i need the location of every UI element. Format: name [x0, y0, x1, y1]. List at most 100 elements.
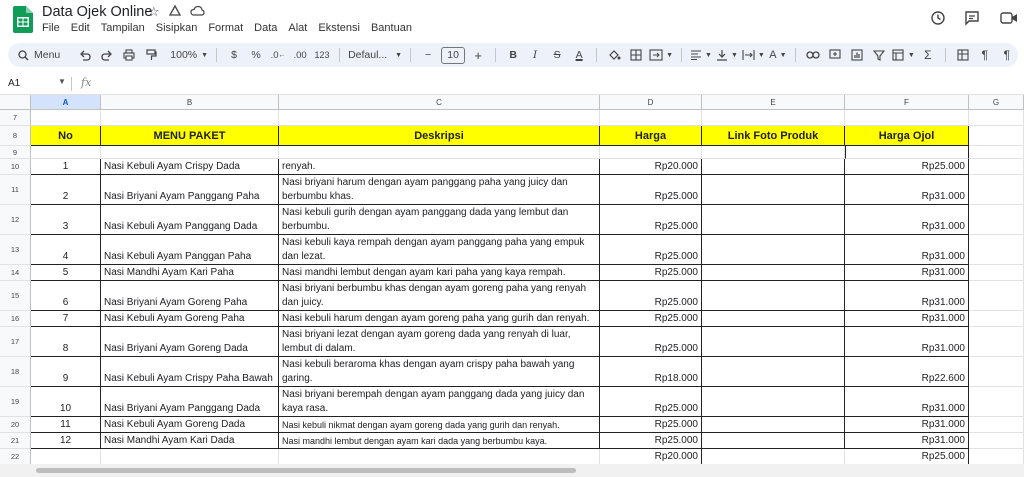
cell-no[interactable]: 8: [31, 327, 101, 357]
currency-button[interactable]: $: [225, 45, 243, 65]
header-no[interactable]: No: [31, 126, 101, 146]
cell-harga-ojol[interactable]: Rp31.000: [845, 417, 969, 433]
cell-harga-ojol[interactable]: Rp31.000: [845, 205, 969, 235]
select-all-corner[interactable]: [0, 95, 31, 110]
menu-edit[interactable]: Edit: [71, 22, 90, 34]
cell-link-foto[interactable]: [702, 281, 845, 311]
row-header[interactable]: 22: [0, 449, 31, 465]
ltr-text-icon[interactable]: ¶: [976, 45, 994, 65]
cell-harga[interactable]: Rp20.000: [600, 449, 702, 465]
menu-file[interactable]: File: [42, 22, 60, 34]
menu-search[interactable]: Menu: [10, 45, 72, 65]
menu-data[interactable]: Data: [254, 22, 277, 34]
cell[interactable]: [279, 110, 600, 126]
vertical-align-icon[interactable]: ▼: [716, 45, 738, 65]
row-header[interactable]: 16: [0, 311, 31, 327]
cell-no[interactable]: 6: [31, 281, 101, 311]
cell-link-foto[interactable]: [702, 433, 845, 449]
cell-harga[interactable]: Rp20.000: [600, 159, 702, 175]
cell-deskripsi[interactable]: Nasi kebuli nikmat dengan ayam goreng da…: [279, 417, 600, 433]
menu-tools[interactable]: Alat: [288, 22, 307, 34]
cell[interactable]: [969, 159, 1024, 175]
cell-harga-ojol[interactable]: Rp31.000: [845, 265, 969, 281]
row-header[interactable]: 17: [0, 327, 31, 357]
insert-comment-icon[interactable]: [826, 45, 844, 65]
cell-harga[interactable]: Rp18.000: [600, 357, 702, 387]
menu-view[interactable]: Tampilan: [101, 22, 145, 34]
cell-link-foto[interactable]: [702, 327, 845, 357]
cell[interactable]: [969, 235, 1024, 265]
cell-harga-ojol[interactable]: Rp31.000: [845, 175, 969, 205]
cell[interactable]: [969, 146, 1024, 159]
italic-button[interactable]: I: [526, 45, 544, 65]
cell-harga[interactable]: Rp25.000: [600, 281, 702, 311]
insert-chart-icon[interactable]: [848, 45, 866, 65]
rtl-text-icon[interactable]: ¶: [998, 45, 1016, 65]
cell-harga-ojol[interactable]: Rp25.000: [845, 449, 969, 465]
cell[interactable]: [969, 433, 1024, 449]
merge-cells-icon[interactable]: ▼: [649, 45, 673, 65]
comments-icon[interactable]: [960, 6, 984, 30]
cell[interactable]: [969, 417, 1024, 433]
cell-link-foto[interactable]: [702, 235, 845, 265]
row-header[interactable]: 7: [0, 110, 31, 126]
increase-decimal-button[interactable]: .00: [291, 45, 309, 65]
cell[interactable]: [969, 265, 1024, 281]
fill-color-icon[interactable]: [605, 45, 623, 65]
cell-harga[interactable]: Rp25.000: [600, 265, 702, 281]
cell-deskripsi[interactable]: Nasi mandhi lembut dengan ayam kari dada…: [279, 433, 600, 449]
cell[interactable]: [969, 110, 1024, 126]
cell-deskripsi[interactable]: Nasi kebuli kaya rempah dengan ayam pang…: [279, 235, 600, 265]
cell-menu-paket[interactable]: Nasi Kebuli Ayam Crispy Paha Bawah: [101, 357, 279, 387]
decrease-font-size-button[interactable]: −: [419, 45, 437, 65]
insert-link-icon[interactable]: [804, 45, 822, 65]
cell-link-foto[interactable]: [702, 205, 845, 235]
font-size-input[interactable]: 10: [441, 46, 466, 64]
cell[interactable]: [969, 327, 1024, 357]
cell-deskripsi[interactable]: Nasi kebuli berempah dengan ayam crispy …: [279, 159, 600, 175]
cell[interactable]: [279, 146, 600, 159]
cell[interactable]: [101, 110, 279, 126]
row-header[interactable]: 13: [0, 235, 31, 265]
print-icon[interactable]: [120, 45, 138, 65]
cell-harga-ojol[interactable]: Rp22.600: [845, 357, 969, 387]
text-color-button[interactable]: A: [570, 45, 588, 65]
star-icon[interactable]: ☆: [148, 4, 160, 20]
cell-link-foto[interactable]: [702, 159, 845, 175]
cell-harga[interactable]: Rp25.000: [600, 387, 702, 417]
cell-no[interactable]: 11: [31, 417, 101, 433]
cell[interactable]: [969, 387, 1024, 417]
horizontal-scrollbar[interactable]: [36, 468, 576, 473]
cell-menu-paket[interactable]: Nasi Kebuli Ayam Panggang Dada: [101, 205, 279, 235]
number-format-button[interactable]: 123: [313, 45, 331, 65]
cell-no[interactable]: 2: [31, 175, 101, 205]
cell-menu-paket[interactable]: Nasi Briyani Ayam Goreng Dada: [101, 327, 279, 357]
cell-deskripsi[interactable]: Nasi mandhi lembut dengan ayam kari paha…: [279, 265, 600, 281]
move-to-drive-icon[interactable]: [168, 4, 182, 18]
bold-button[interactable]: B: [504, 45, 522, 65]
filter-views-icon[interactable]: ▼: [892, 45, 915, 65]
cell-menu-paket[interactable]: Nasi Kebuli Ayam Panggan Paha: [101, 235, 279, 265]
cell-harga[interactable]: Rp25.000: [600, 327, 702, 357]
cell-link-foto[interactable]: [702, 265, 845, 281]
menu-insert[interactable]: Sisipkan: [156, 22, 198, 34]
cell-harga-ojol[interactable]: Rp31.000: [845, 311, 969, 327]
row-header[interactable]: 14: [0, 265, 31, 281]
cell-link-foto[interactable]: [702, 357, 845, 387]
row-header[interactable]: 18: [0, 357, 31, 387]
cloud-status-icon[interactable]: [190, 4, 205, 18]
header-harga-ojol[interactable]: Harga Ojol: [845, 126, 969, 146]
cell[interactable]: [702, 110, 845, 126]
cell-no[interactable]: 3: [31, 205, 101, 235]
col-header-c[interactable]: C: [279, 95, 600, 110]
cell-link-foto[interactable]: [702, 417, 845, 433]
col-header-e[interactable]: E: [702, 95, 845, 110]
cell-harga[interactable]: Rp25.000: [600, 433, 702, 449]
cell-harga[interactable]: Rp25.000: [600, 175, 702, 205]
cell-menu-paket[interactable]: Nasi Briyani Ayam Panggang Dada: [101, 387, 279, 417]
cell[interactable]: [600, 110, 702, 126]
cell-menu-paket[interactable]: Nasi Kebuli Ayam Crispy Dada: [101, 159, 279, 175]
cell-link-foto[interactable]: [702, 311, 845, 327]
cell-menu-paket[interactable]: Nasi Kebuli Ayam Goreng Dada: [101, 417, 279, 433]
cell[interactable]: [31, 146, 101, 159]
